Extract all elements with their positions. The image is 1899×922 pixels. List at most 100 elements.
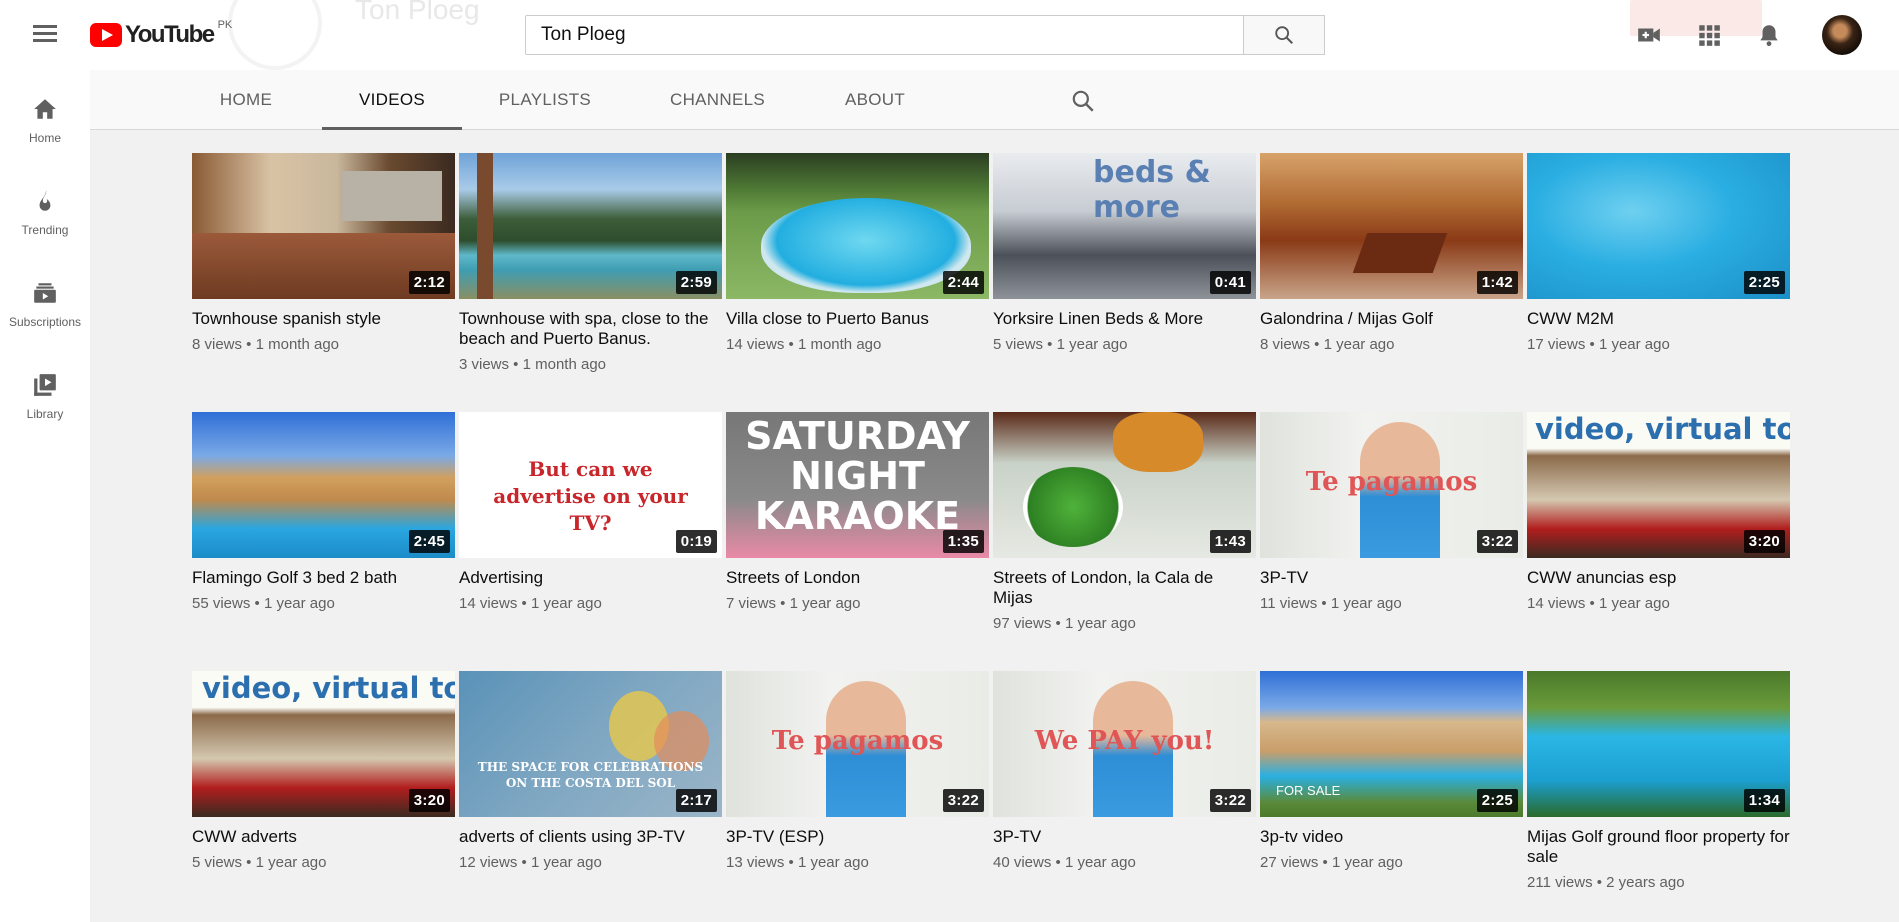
sidebar-item-library[interactable]: Library: [0, 372, 90, 446]
video-title[interactable]: Yorksire Linen Beds & More: [993, 309, 1256, 329]
video-title[interactable]: Advertising: [459, 568, 722, 588]
video-duration: 1:34: [1743, 789, 1785, 812]
video-duration: 1:35: [942, 530, 984, 553]
video-card[interactable]: 1:42 Galondrina / Mijas Golf 8 views • 1…: [1260, 153, 1523, 353]
video-thumbnail[interactable]: THE SPACE FOR CELEBRATIONS ON THE COSTA …: [459, 671, 722, 817]
video-thumbnail[interactable]: video, virtual tour 3:20: [1527, 412, 1790, 558]
video-title[interactable]: 3p-tv video: [1260, 827, 1523, 847]
video-duration: 2:12: [408, 271, 450, 294]
video-thumbnail[interactable]: beds & more 0:41: [993, 153, 1256, 299]
sidebar-item-trending[interactable]: Trending: [0, 188, 90, 262]
video-thumbnail[interactable]: 1:43: [993, 412, 1256, 558]
tab-videos[interactable]: VIDEOS: [322, 70, 462, 130]
video-card[interactable]: 2:44 Villa close to Puerto Banus 14 view…: [726, 153, 989, 353]
video-card[interactable]: 1:43 Streets of London, la Cala de Mijas…: [993, 412, 1256, 632]
apps-grid-icon[interactable]: [1696, 22, 1722, 48]
flame-icon: [39, 190, 51, 211]
thumbnail-text: Te pagamos: [1305, 467, 1478, 497]
create-video-icon[interactable]: [1636, 22, 1662, 48]
channel-banner-avatar-ghost: [228, 0, 322, 70]
thumbnail-text: FOR SALE: [1276, 783, 1341, 798]
video-title[interactable]: Mijas Golf ground floor property for sal…: [1527, 827, 1790, 867]
video-title[interactable]: adverts of clients using 3P-TV: [459, 827, 722, 847]
video-thumbnail[interactable]: 2:12: [192, 153, 455, 299]
video-card[interactable]: We PAY you! 3:22 3P-TV 40 views • 1 year…: [993, 671, 1256, 871]
video-meta: 7 views • 1 year ago: [726, 595, 861, 612]
video-title[interactable]: CWW anuncias esp: [1527, 568, 1790, 588]
video-thumbnail[interactable]: video, virtual tour 3:20: [192, 671, 455, 817]
video-thumbnail[interactable]: SATURDAY NIGHT KARAOKE 1:35: [726, 412, 989, 558]
video-title[interactable]: Villa close to Puerto Banus: [726, 309, 989, 329]
sidebar-item-label: Trending: [21, 223, 69, 237]
video-meta: 14 views • 1 year ago: [459, 595, 602, 612]
video-thumbnail[interactable]: We PAY you! 3:22: [993, 671, 1256, 817]
sidebar-item-label: Subscriptions: [8, 315, 82, 329]
video-duration: 0:19: [675, 530, 717, 553]
video-duration: 3:20: [408, 789, 450, 812]
video-title[interactable]: Streets of London, la Cala de Mijas: [993, 568, 1256, 608]
video-thumbnail[interactable]: Te pagamos 3:22: [726, 671, 989, 817]
video-thumbnail[interactable]: FOR SALE 2:25: [1260, 671, 1523, 817]
video-title[interactable]: Townhouse with spa, close to the beach a…: [459, 309, 722, 349]
video-title[interactable]: 3P-TV: [993, 827, 1256, 847]
video-title[interactable]: 3P-TV: [1260, 568, 1523, 588]
video-card[interactable]: 2:45 Flamingo Golf 3 bed 2 bath 55 views…: [192, 412, 455, 612]
logo-text: YouTube: [125, 21, 215, 48]
channel-search-icon[interactable]: [1070, 88, 1096, 114]
video-meta: 55 views • 1 year ago: [192, 595, 335, 612]
video-card[interactable]: SATURDAY NIGHT KARAOKE 1:35 Streets of L…: [726, 412, 989, 612]
avatar[interactable]: [1822, 15, 1862, 55]
video-title[interactable]: 3P-TV (ESP): [726, 827, 989, 847]
thumbnail-text: SATURDAY NIGHT KARAOKE: [745, 414, 970, 538]
video-thumbnail[interactable]: 2:44: [726, 153, 989, 299]
video-title[interactable]: CWW M2M: [1527, 309, 1790, 329]
video-duration: 3:22: [1209, 789, 1251, 812]
video-title[interactable]: Streets of London: [726, 568, 989, 588]
sidebar-item-home[interactable]: Home: [0, 96, 90, 170]
video-title[interactable]: Galondrina / Mijas Golf: [1260, 309, 1523, 329]
video-duration: 2:25: [1476, 789, 1518, 812]
video-title[interactable]: CWW adverts: [192, 827, 455, 847]
video-thumbnail[interactable]: 2:45: [192, 412, 455, 558]
video-card[interactable]: beds & more 0:41 Yorksire Linen Beds & M…: [993, 153, 1256, 353]
video-meta: 40 views • 1 year ago: [993, 854, 1136, 871]
video-thumbnail[interactable]: 1:34: [1527, 671, 1790, 817]
video-meta: 27 views • 1 year ago: [1260, 854, 1403, 871]
video-thumbnail[interactable]: But can we advertise on your TV? 0:19: [459, 412, 722, 558]
video-card[interactable]: THE SPACE FOR CELEBRATIONS ON THE COSTA …: [459, 671, 722, 871]
video-thumbnail[interactable]: 2:25: [1527, 153, 1790, 299]
video-thumbnail[interactable]: Te pagamos 3:22: [1260, 412, 1523, 558]
sidebar-item-subscriptions[interactable]: Subscriptions: [0, 280, 90, 354]
video-duration: 3:20: [1743, 530, 1785, 553]
tab-about[interactable]: ABOUT: [835, 70, 915, 130]
video-meta: 8 views • 1 year ago: [1260, 336, 1395, 353]
notifications-bell-icon[interactable]: [1756, 22, 1782, 48]
video-card[interactable]: video, virtual tour 3:20 CWW anuncias es…: [1527, 412, 1790, 612]
video-card[interactable]: 2:59 Townhouse with spa, close to the be…: [459, 153, 722, 373]
video-meta: 97 views • 1 year ago: [993, 615, 1136, 632]
search-button[interactable]: [1243, 15, 1325, 55]
video-title[interactable]: Flamingo Golf 3 bed 2 bath: [192, 568, 455, 588]
video-card[interactable]: Te pagamos 3:22 3P-TV 11 views • 1 year …: [1260, 412, 1523, 612]
search-input[interactable]: [541, 24, 1243, 46]
video-card[interactable]: But can we advertise on your TV? 0:19 Ad…: [459, 412, 722, 612]
video-card[interactable]: Te pagamos 3:22 3P-TV (ESP) 13 views • 1…: [726, 671, 989, 871]
video-card[interactable]: 1:34 Mijas Golf ground floor property fo…: [1527, 671, 1790, 891]
menu-icon[interactable]: [30, 22, 60, 48]
video-card[interactable]: video, virtual tour 3:20 CWW adverts 5 v…: [192, 671, 455, 871]
thumbnail-text: But can we advertise on your TV?: [493, 457, 688, 535]
video-title[interactable]: Townhouse spanish style: [192, 309, 455, 329]
video-card[interactable]: FOR SALE 2:25 3p-tv video 27 views • 1 y…: [1260, 671, 1523, 871]
video-thumbnail[interactable]: 2:59: [459, 153, 722, 299]
video-duration: 1:43: [1209, 530, 1251, 553]
video-card[interactable]: 2:12 Townhouse spanish style 8 views • 1…: [192, 153, 455, 353]
channel-tabs: HOME VIDEOS PLAYLISTS CHANNELS ABOUT: [90, 70, 1899, 130]
video-card[interactable]: 2:25 CWW M2M 17 views • 1 year ago: [1527, 153, 1790, 353]
youtube-logo[interactable]: YouTube PK: [90, 19, 232, 48]
tab-channels[interactable]: CHANNELS: [660, 70, 775, 130]
tab-home[interactable]: HOME: [206, 70, 286, 130]
video-thumbnail[interactable]: 1:42: [1260, 153, 1523, 299]
tab-playlists[interactable]: PLAYLISTS: [490, 70, 600, 130]
video-meta: 8 views • 1 month ago: [192, 336, 339, 353]
video-meta: 211 views • 2 years ago: [1527, 874, 1685, 891]
